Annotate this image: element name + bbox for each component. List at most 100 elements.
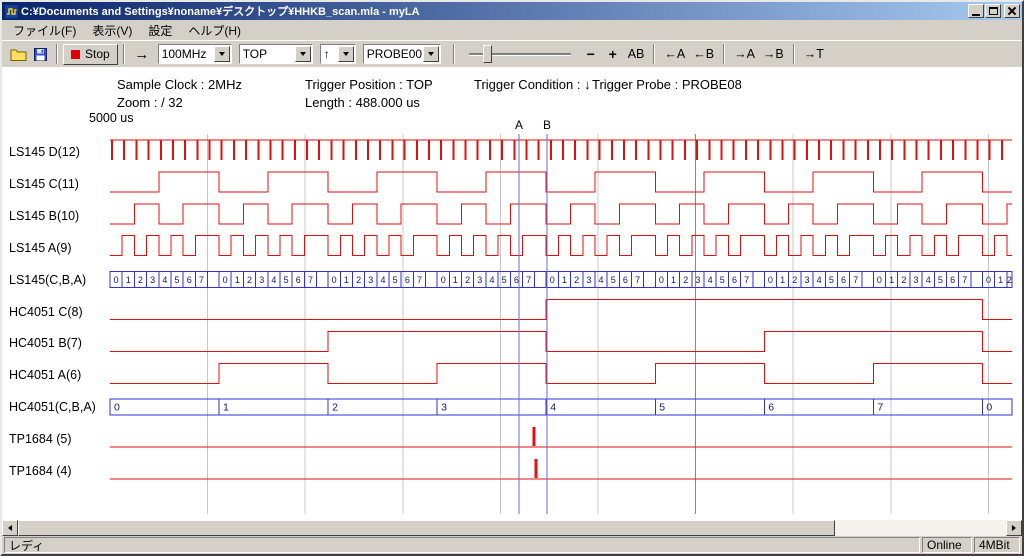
goto-marker-b-left-button[interactable]: ←B <box>689 43 718 65</box>
goto-trigger-button[interactable]: →T <box>800 43 828 65</box>
menu-file[interactable]: ファイル(F) <box>5 20 84 41</box>
svg-text:1: 1 <box>344 275 349 285</box>
svg-text:7: 7 <box>635 275 640 285</box>
zoom-slider[interactable] <box>467 43 573 65</box>
svg-text:2: 2 <box>138 275 143 285</box>
svg-text:0: 0 <box>986 402 992 414</box>
status-online: Online <box>922 537 972 553</box>
svg-text:4: 4 <box>817 275 822 285</box>
stop-button[interactable]: Stop <box>63 44 118 65</box>
toolbar: Stop → 100MHz TOP ↑ PROBE00 − + AB ←A ←B <box>2 40 1022 67</box>
svg-text:1: 1 <box>126 275 131 285</box>
trigger-position-combo[interactable]: TOP <box>239 44 313 64</box>
scrollbar-thumb[interactable] <box>18 520 835 536</box>
svg-text:4: 4 <box>926 275 931 285</box>
svg-text:1: 1 <box>998 275 1003 285</box>
sample-clock-value: 100MHz <box>159 45 214 63</box>
maximize-button[interactable] <box>985 4 1001 18</box>
svg-text:6: 6 <box>187 275 192 285</box>
svg-text:2: 2 <box>465 275 470 285</box>
app-window: C:¥Documents and Settings¥noname¥デスクトップ¥… <box>0 0 1024 556</box>
chevron-down-icon <box>343 52 349 56</box>
trigger-edge-dropdown-button[interactable] <box>338 46 354 62</box>
svg-text:2: 2 <box>901 275 906 285</box>
svg-text:7: 7 <box>417 275 422 285</box>
app-icon <box>4 4 18 18</box>
titlebar[interactable]: C:¥Documents and Settings¥noname¥デスクトップ¥… <box>2 2 1022 20</box>
svg-text:5: 5 <box>393 275 398 285</box>
svg-text:2: 2 <box>332 402 338 414</box>
svg-text:1: 1 <box>235 275 240 285</box>
toolbar-separator <box>723 44 725 64</box>
trigger-probe-combo[interactable]: PROBE00 <box>363 44 441 64</box>
svg-text:4: 4 <box>271 275 276 285</box>
scroll-right-button[interactable] <box>1006 520 1022 536</box>
status-memory: 4MBit <box>974 537 1020 553</box>
stop-icon <box>71 50 80 59</box>
zoom-out-button[interactable]: − <box>580 43 602 65</box>
svg-text:1: 1 <box>453 275 458 285</box>
waveform-canvas[interactable]: 0123456701234567012345670123456701234567… <box>2 67 1022 520</box>
goto-marker-b-right-button[interactable]: →B <box>759 43 788 65</box>
svg-text:0: 0 <box>986 275 991 285</box>
svg-text:6: 6 <box>841 275 846 285</box>
menubar: ファイル(F) 表示(V) 設定 ヘルプ(H) <box>2 20 1022 40</box>
statusbar: レディ Online 4MBit <box>2 536 1022 554</box>
svg-text:4: 4 <box>380 275 385 285</box>
arrow-left-icon <box>8 525 12 531</box>
trigger-edge-combo[interactable]: ↑ <box>320 44 356 64</box>
ab-markers-button[interactable]: AB <box>624 43 649 65</box>
toolbar-separator <box>653 44 655 64</box>
minimize-icon <box>972 14 980 16</box>
svg-text:A: A <box>515 118 523 132</box>
trigger-position-dropdown-button[interactable] <box>295 46 311 62</box>
svg-text:5: 5 <box>175 275 180 285</box>
chevron-down-icon <box>428 52 434 56</box>
svg-text:7: 7 <box>308 275 313 285</box>
run-button[interactable]: → <box>130 43 154 65</box>
close-button[interactable] <box>1004 4 1020 18</box>
trigger-probe-value: PROBE00 <box>364 45 423 63</box>
open-file-button[interactable] <box>7 43 29 65</box>
svg-text:7: 7 <box>962 275 967 285</box>
sample-clock-dropdown-button[interactable] <box>214 46 230 62</box>
chevron-down-icon <box>219 52 225 56</box>
svg-text:3: 3 <box>259 275 264 285</box>
svg-text:3: 3 <box>804 275 809 285</box>
svg-text:3: 3 <box>586 275 591 285</box>
zoom-in-button[interactable]: + <box>602 43 624 65</box>
horizontal-scrollbar[interactable] <box>2 520 1022 536</box>
svg-text:7: 7 <box>526 275 531 285</box>
svg-text:7: 7 <box>877 402 883 414</box>
slider-thumb[interactable] <box>483 45 492 63</box>
menu-view[interactable]: 表示(V) <box>84 20 140 41</box>
minimize-button[interactable] <box>968 4 984 18</box>
svg-text:2: 2 <box>356 275 361 285</box>
save-button[interactable] <box>29 43 51 65</box>
svg-text:7: 7 <box>744 275 749 285</box>
svg-text:B: B <box>543 118 551 132</box>
chevron-down-icon <box>300 52 306 56</box>
svg-text:0: 0 <box>768 275 773 285</box>
scrollbar-track[interactable] <box>18 520 1006 536</box>
svg-text:0: 0 <box>223 275 228 285</box>
status-ready: レディ <box>4 537 920 553</box>
menu-settings[interactable]: 設定 <box>140 20 180 41</box>
arrow-right-icon <box>1012 525 1016 531</box>
svg-text:3: 3 <box>441 402 447 414</box>
sample-clock-combo[interactable]: 100MHz <box>158 44 232 64</box>
svg-text:1: 1 <box>223 402 229 414</box>
svg-text:7: 7 <box>853 275 858 285</box>
svg-text:1: 1 <box>889 275 894 285</box>
trigger-probe-dropdown-button[interactable] <box>423 46 439 62</box>
scroll-left-button[interactable] <box>2 520 18 536</box>
svg-text:2: 2 <box>1007 275 1012 285</box>
svg-text:0: 0 <box>332 275 337 285</box>
svg-text:5: 5 <box>938 275 943 285</box>
close-icon <box>1007 6 1017 16</box>
toolbar-separator <box>56 44 58 64</box>
svg-text:5: 5 <box>284 275 289 285</box>
menu-help[interactable]: ヘルプ(H) <box>180 20 249 41</box>
goto-marker-a-left-button[interactable]: ←A <box>660 43 689 65</box>
goto-marker-a-right-button[interactable]: →A <box>730 43 759 65</box>
